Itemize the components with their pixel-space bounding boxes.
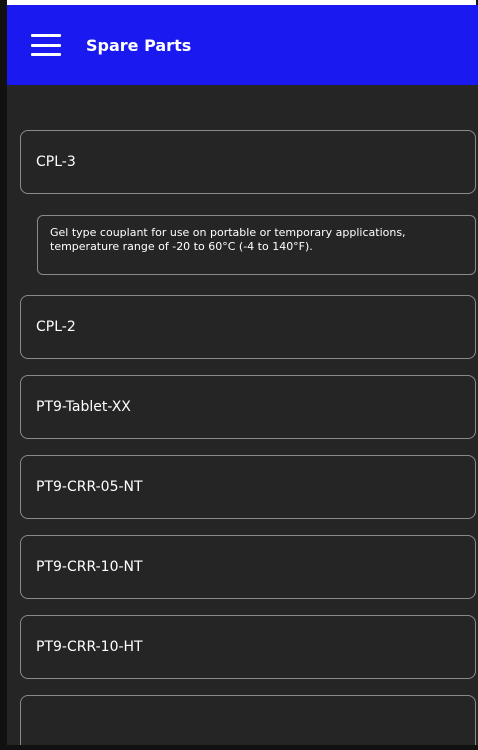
page-title: Spare Parts [86, 35, 192, 55]
hamburger-menu-icon[interactable] [31, 34, 61, 56]
menu-line [31, 53, 61, 56]
item-description: Gel type couplant for use on portable or… [37, 215, 476, 275]
list-item-cpl-2[interactable]: CPL-2 [20, 295, 476, 359]
menu-line [31, 34, 61, 37]
list-item-pt9-tablet-xx[interactable]: PT9-Tablet-XX [20, 375, 476, 439]
list-item-pt9-crr-10-ht[interactable]: PT9-CRR-10-HT [20, 615, 476, 679]
device-frame-bottom [0, 745, 478, 750]
list-item-cpl-3[interactable]: CPL-3 [20, 130, 476, 194]
list-item-pt9-crr-05-nt[interactable]: PT9-CRR-05-NT [20, 455, 476, 519]
menu-line [31, 43, 61, 47]
screen: Spare Parts CPL-3 Gel type couplant for … [7, 5, 478, 745]
list-item-partial[interactable] [20, 695, 476, 745]
list-item-pt9-crr-10-nt[interactable]: PT9-CRR-10-NT [20, 535, 476, 599]
device-frame [0, 0, 7, 750]
app-bar: Spare Parts [7, 5, 478, 85]
